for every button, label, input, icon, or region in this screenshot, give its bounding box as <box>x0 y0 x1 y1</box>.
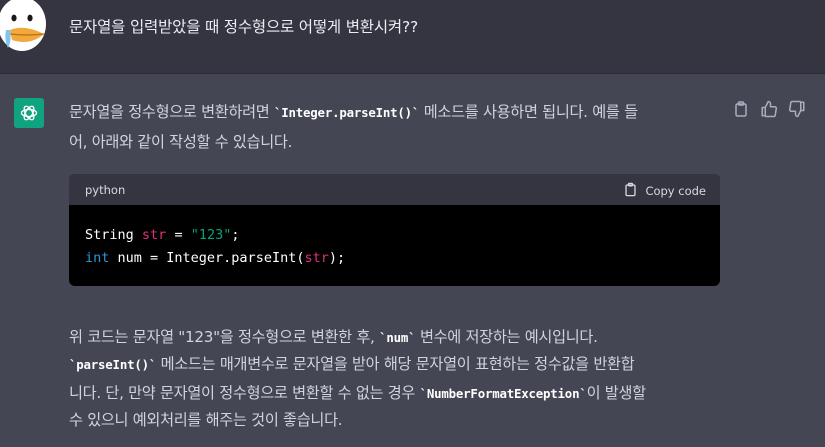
code-token-end: ); <box>328 250 346 266</box>
code-token-type: String <box>85 227 134 243</box>
code-token-variable: str <box>304 250 329 266</box>
message-actions <box>733 100 808 122</box>
response-para-line-4: 수 있으니 예외처리를 해주는 것이 좋습니다. <box>69 411 343 429</box>
code-block-header: python Copy code <box>69 174 720 205</box>
para-text: 메소드는 매개변수로 문자열을 받아 해당 문자열이 표현하는 정수값을 반환합 <box>156 355 635 373</box>
duck-avatar-icon <box>0 0 48 56</box>
para-text: 위 코드는 문자열 "123"을 정수형으로 변환한 후, <box>69 328 380 346</box>
inline-code-num: `num` <box>379 330 416 345</box>
code-token-string: "123" <box>190 227 232 243</box>
thumbs-up-icon[interactable] <box>760 100 778 120</box>
para-text: 이 발생할 <box>586 384 647 402</box>
openai-logo-icon <box>14 98 44 128</box>
code-token-end: ; <box>231 227 240 243</box>
user-message-row: 문자열을 입력받았을 때 정수형으로 어떻게 변환시켜?? <box>0 0 825 74</box>
para-text: 변수에 저장하는 예시입니다. <box>415 328 598 346</box>
code-language-label: python <box>85 183 126 197</box>
inline-code-parseint: `parseInt()` <box>69 357 157 372</box>
intro-text-a: 문자열을 정수형으로 변환하려면 <box>69 103 274 121</box>
code-content: String str = "123"; int num = Integer.pa… <box>69 205 720 286</box>
code-line-2: int num = Integer.parseInt(str); <box>85 247 704 270</box>
code-token-keyword: int <box>85 250 110 266</box>
response-intro-line-2: 어, 아래와 같이 작성할 수 있습니다. <box>69 133 293 151</box>
response-para-line-2: `parseInt()` 메소드는 매개변수로 문자열을 받아 해당 문자열이 … <box>69 349 635 380</box>
clipboard-icon <box>624 182 637 200</box>
clipboard-icon[interactable] <box>733 100 751 120</box>
response-intro-line-1: 문자열을 정수형으로 변환하려면 `Integer.parseInt()` 메소… <box>69 97 638 128</box>
para-text: 니다. 단, 만약 문자열이 정수형으로 변환할 수 없는 경우 <box>69 384 420 402</box>
thumbs-down-icon[interactable] <box>788 100 806 120</box>
code-token-call: num = Integer.parseInt( <box>109 250 305 266</box>
intro-text-b: 메소드를 사용하면 됩니다. 예를 들 <box>419 103 638 121</box>
copy-code-button[interactable]: Copy code <box>624 182 706 200</box>
copy-code-label: Copy code <box>645 184 706 198</box>
code-token-operator: = <box>166 227 191 243</box>
inline-code-numberformatexception: `NumberFormatException` <box>419 386 587 401</box>
code-token-variable: str <box>141 227 167 243</box>
code-line-1: String str = "123"; <box>85 224 704 247</box>
inline-code-integer-parseint: `Integer.parseInt()` <box>274 105 420 120</box>
code-block: python Copy code String str = "123"; int… <box>69 174 720 286</box>
user-message-text: 문자열을 입력받았을 때 정수형으로 어떻게 변환시켜?? <box>69 18 419 36</box>
